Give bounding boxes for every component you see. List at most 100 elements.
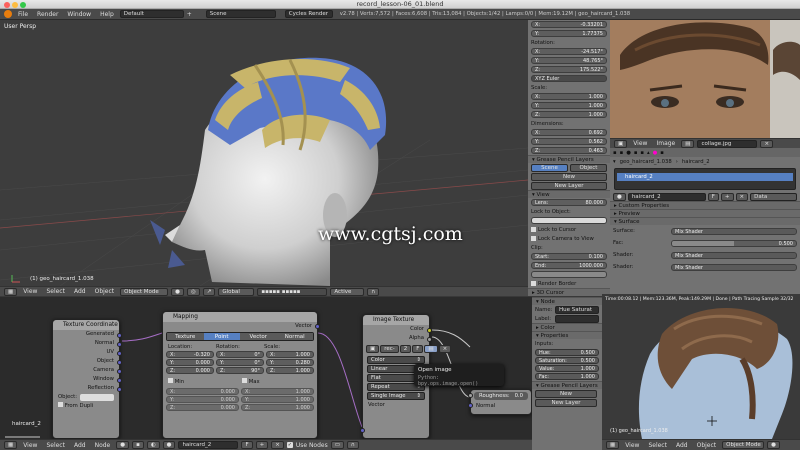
screen-layout-select[interactable]: Default (119, 10, 184, 18)
image-unlink-icon[interactable]: × (438, 345, 452, 353)
rotation-x[interactable]: X: -24.517° (531, 48, 607, 55)
texture-tab-icon[interactable]: ▪ (660, 150, 664, 156)
material-browse-icon[interactable]: ● (613, 192, 626, 201)
modifiers-tab-icon[interactable]: ▪ (640, 150, 644, 156)
lens-field[interactable]: Lens: 80.000 (531, 199, 607, 206)
object-tab-icon[interactable]: ▪ (634, 150, 638, 156)
scale-z[interactable]: Z: 1.000 (531, 111, 607, 118)
scene-tab-icon[interactable]: ▪ (620, 150, 624, 156)
render-tab-icon[interactable]: ▪ (613, 150, 617, 156)
scene-select[interactable]: Scene (205, 10, 276, 18)
saturation-field[interactable]: Saturation: 0.500 (535, 357, 599, 364)
hue-field[interactable]: Hue: 0.500 (535, 349, 599, 356)
menu-add[interactable]: Add (71, 288, 89, 295)
blender-logo-icon[interactable] (4, 10, 12, 18)
mapping-min-z[interactable]: Z: 0.000 (166, 404, 239, 411)
node-label-field[interactable] (555, 314, 599, 323)
clip-end-field[interactable]: End: 1000.000 (531, 262, 607, 269)
shading-sphere-icon[interactable]: ● (171, 287, 184, 296)
surface-header[interactable]: ▾ Surface (610, 217, 800, 225)
roughness-value[interactable]: 0.0 (515, 392, 523, 400)
render-viewport[interactable]: Time:00:08.12 | Mem:123.36M, Peak:149.29… (602, 294, 800, 439)
surface-shader-select[interactable]: Mix Shader (671, 227, 797, 235)
clip-start-field[interactable]: Start: 0.100 (531, 253, 607, 260)
texture-coordinate-node[interactable]: Texture Coordinate Generated Normal UV O… (52, 319, 122, 439)
node-gpencil-new-button[interactable]: New (535, 389, 597, 398)
rotation-z[interactable]: Z: 175.522° (531, 66, 607, 73)
image-name-field[interactable]: collage.jpg (697, 139, 758, 148)
data-tab-icon[interactable]: ▴ (647, 150, 650, 156)
render-border-checkbox[interactable] (531, 281, 536, 286)
node-properties-header[interactable]: ▾ Properties (532, 331, 602, 339)
gpencil-new-layer-button[interactable]: New Layer (531, 181, 607, 190)
texcoord-object-field[interactable] (80, 394, 114, 401)
image-close-icon[interactable]: × (760, 139, 774, 148)
mapping-tab-vector[interactable]: Vector (240, 333, 277, 340)
mapping-node[interactable]: Mapping Vector Texture Point Vector Norm… (162, 311, 320, 439)
dimension-z[interactable]: Z: 0.463 (531, 147, 607, 154)
image-browse-node-icon[interactable]: ▣ (366, 345, 380, 353)
mapping-min-y[interactable]: Y: 0.000 (166, 396, 239, 403)
minimize-window-button[interactable] (12, 2, 18, 8)
3d-viewport[interactable]: User Persp www.cgtsj.com (1) geo_haircar… (0, 20, 528, 286)
open-image-icon[interactable]: ▤ (424, 345, 438, 353)
gpencil-scene-tab[interactable]: Scene (531, 163, 568, 172)
render-menu-add[interactable]: Add (673, 442, 691, 449)
close-window-button[interactable] (4, 2, 10, 8)
use-nodes-checkbox[interactable]: ✓ (286, 442, 293, 448)
mapping-max-x[interactable]: X: 1.000 (241, 388, 314, 395)
mapping-loc-z[interactable]: Z: 0.000 (166, 367, 214, 374)
snap-node-icon[interactable]: ∩ (346, 441, 359, 449)
image-users-count[interactable]: 2 (399, 345, 412, 353)
shader-type-icon[interactable]: ● (116, 441, 130, 449)
lock-camera-checkbox[interactable] (531, 236, 536, 241)
mapping-max-y[interactable]: Y: 1.000 (241, 396, 314, 403)
rotation-y[interactable]: Y: 48.765° (531, 57, 607, 64)
material-link-select[interactable]: Data (750, 192, 797, 201)
mapping-tab-point[interactable]: Point (203, 333, 240, 340)
material-fake-user-icon[interactable]: F (707, 192, 719, 201)
node-menu-node[interactable]: Node (92, 442, 114, 449)
manipulator-icon[interactable]: ↗ (202, 287, 216, 296)
menu-file[interactable]: File (15, 11, 31, 18)
image-menu-view[interactable]: View (630, 140, 650, 147)
mapping-rot-x[interactable]: X: 0° (216, 351, 264, 358)
render-menu-select[interactable]: Select (645, 442, 670, 449)
render-editor-type-icon[interactable]: ▦ (606, 441, 620, 449)
mapping-max-z[interactable]: Z: 1.000 (241, 404, 314, 411)
camera-field[interactable] (531, 271, 607, 278)
image-name-node-field[interactable]: rec- (380, 345, 399, 353)
image-color-socket[interactable] (427, 328, 432, 333)
material-tab-icon[interactable]: ● (653, 150, 658, 156)
from-dupli-checkbox[interactable] (58, 402, 63, 407)
editor-type-icon[interactable]: ▦ (4, 287, 18, 296)
rotation-mode-select[interactable]: XYZ Euler (531, 75, 607, 82)
material-slot-item[interactable]: haircard_2 (617, 173, 793, 181)
location-y[interactable]: Y: 1.77375 (531, 30, 607, 37)
image-vector-socket[interactable] (360, 428, 365, 433)
menu-view[interactable]: View (20, 288, 40, 295)
mapping-min-checkbox[interactable] (168, 378, 173, 383)
render-shading-icon[interactable]: ● (767, 441, 780, 449)
socket-object[interactable] (117, 360, 122, 365)
view-panel-header[interactable]: ▾ View (528, 190, 610, 198)
material-name-field[interactable]: haircard_2 (627, 192, 706, 201)
menu-select[interactable]: Select (43, 288, 68, 295)
socket-generated[interactable] (117, 333, 122, 338)
socket-normal[interactable] (117, 342, 122, 347)
shader1-select[interactable]: Mix Shader (671, 251, 797, 259)
object-shader-icon[interactable]: ▪ (132, 441, 144, 449)
shader-node-partial[interactable]: Roughness: 0.0 Normal (468, 389, 532, 415)
render-menu-object[interactable]: Object (694, 442, 720, 449)
socket-camera[interactable] (117, 369, 122, 374)
3d-cursor-panel-header[interactable]: ▸ 3D Cursor (528, 288, 610, 296)
snap-magnet-icon[interactable]: ∩ (367, 287, 380, 296)
menu-object[interactable]: Object (92, 288, 118, 295)
backdrop-icon[interactable]: ▭ (330, 441, 344, 449)
mapping-scale-z[interactable]: Z: 1.000 (266, 367, 314, 374)
image-menu-image[interactable]: Image (653, 140, 678, 147)
color-space-select[interactable]: Color ⇕ (367, 356, 425, 364)
dimension-y[interactable]: Y: 0.562 (531, 138, 607, 145)
render-mode-select[interactable]: Object Mode (722, 441, 765, 449)
render-engine-select[interactable]: Cycles Render (284, 10, 333, 18)
